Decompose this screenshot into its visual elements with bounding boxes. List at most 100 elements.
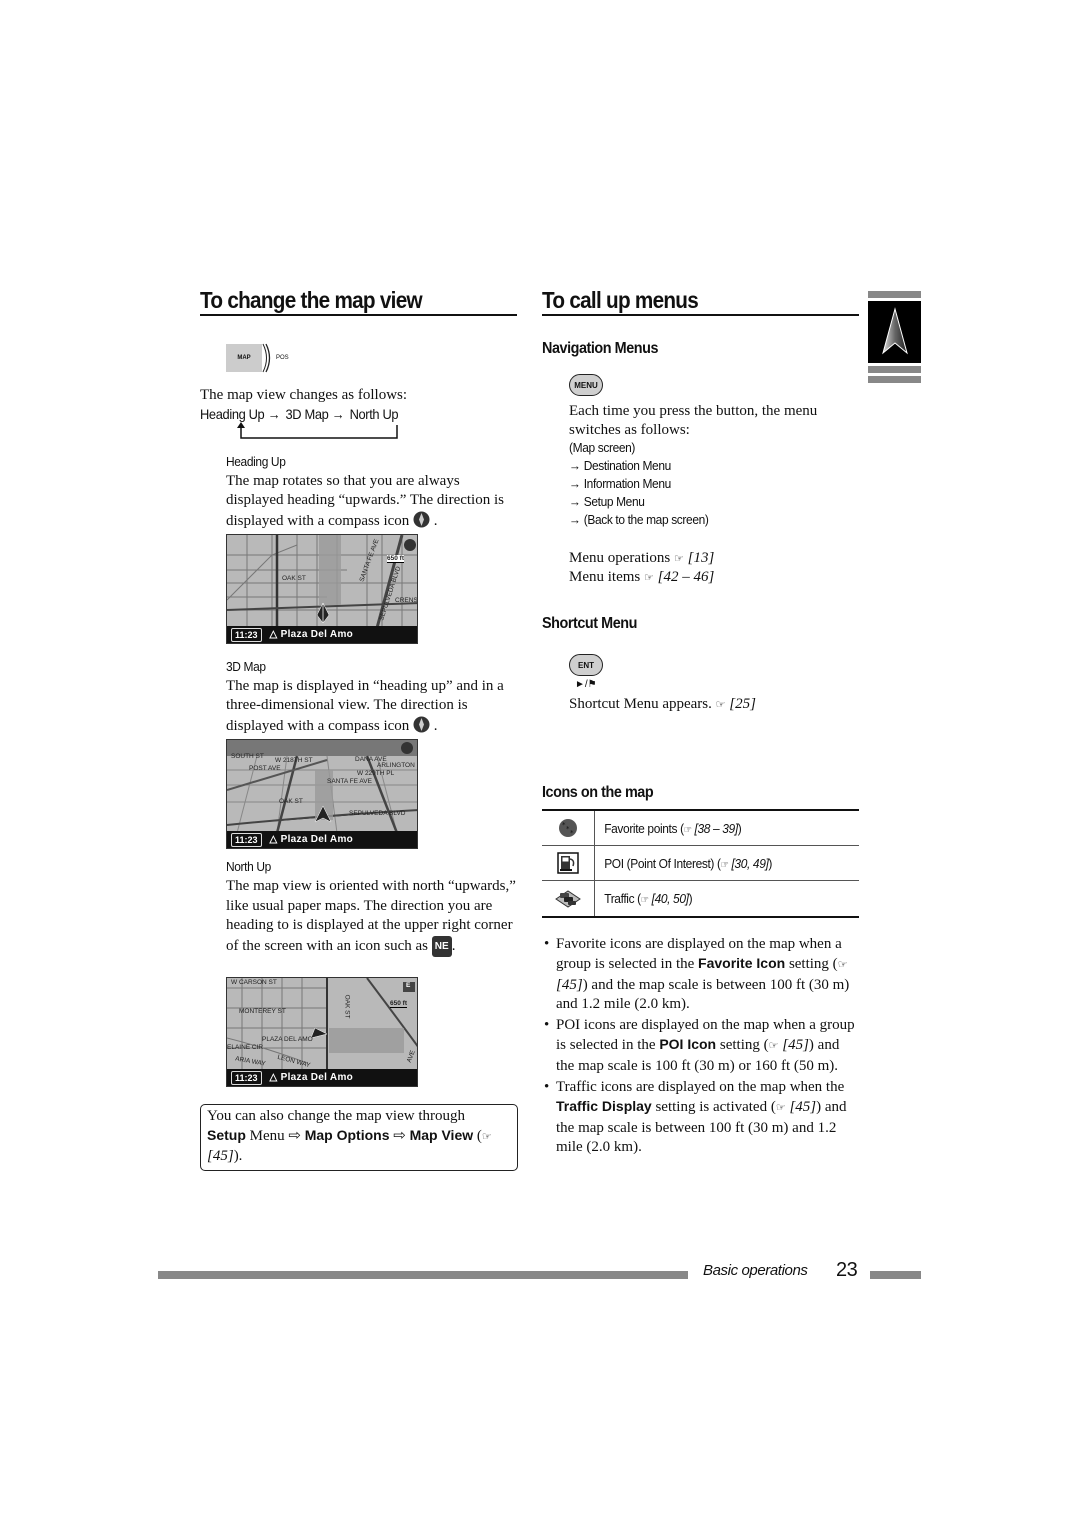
heading-badge: E (406, 982, 411, 989)
cycle-item: 3D Map (285, 406, 329, 422)
note-text: Menu (245, 1128, 289, 1144)
map-scale: 650 ft (387, 555, 404, 563)
street-label: MONTEREY ST (239, 1008, 286, 1015)
reference-hand-icon: ☞ (837, 959, 848, 972)
menu-items-ref: Menu items ☞ [42 – 46] (569, 568, 714, 588)
navigation-arrow-icon (881, 307, 908, 355)
reference-hand-icon: ☞ (768, 1040, 779, 1053)
description-text: The map view is oriented with north “upw… (226, 878, 516, 954)
page-number: 23 (836, 1259, 858, 1281)
navigation-menus-intro: Each time you press the button, the menu… (569, 403, 818, 439)
title-underline (200, 314, 517, 316)
street-label: OAK ST (279, 798, 303, 805)
street-label: SANTA FE AVE (327, 778, 372, 785)
shortcut-text: Shortcut Menu appears. (569, 696, 712, 712)
section-title-change-map-view: To change the map view (200, 287, 423, 313)
street-label: W 218TH ST (275, 757, 313, 764)
menu-operations-ref: Menu operations ☞ [13] (569, 549, 714, 569)
clock: 11:23 (231, 832, 262, 847)
place-name: △ Plaza Del Amo (269, 834, 354, 845)
map-options-link: Map Options (304, 1127, 390, 1143)
arrow-right-icon: → (569, 512, 581, 527)
compass-icon (413, 511, 430, 528)
bullet-text: setting is activated ( (651, 1099, 776, 1116)
list-item: Traffic icons are displayed on the map w… (542, 1078, 860, 1157)
place-text: Plaza Del Amo (280, 834, 354, 845)
section-title-call-up-menus: To call up menus (542, 287, 699, 313)
desc-suffix: ) (688, 891, 693, 906)
arrow-icon: ⇨ (288, 1128, 301, 1144)
footer-section-name: Basic operations (703, 1262, 808, 1279)
direction-badge-ne-icon: NE (431, 935, 452, 957)
map-view-link: Map View (409, 1127, 474, 1143)
bullet-text: setting ( (716, 1037, 769, 1054)
shortcut-menu-text: Shortcut Menu appears. ☞ [25] (569, 695, 756, 715)
map-pos-key: MAP POS (226, 343, 289, 373)
ref-label: Menu operations (569, 550, 671, 566)
shortcut-menu-heading: Shortcut Menu (542, 615, 637, 632)
desc-label: POI (Point Of Interest) ( (604, 855, 721, 871)
sequence-item: → Destination Menu (569, 458, 709, 476)
icon-description: POI (Point Of Interest) (☞ [30, 49]) (595, 856, 772, 871)
map-icons-table: * * * Favorite points (☞ [38 – 39]) POI … (542, 809, 859, 918)
traffic-cars-icon (555, 889, 581, 908)
sequence-item: → Information Menu (569, 476, 709, 494)
page-reference: [40, 50] (651, 891, 689, 906)
ent-button: ENT (569, 654, 603, 676)
reference-hand-icon: ☞ (640, 895, 649, 906)
arrow-right-icon: → (267, 406, 281, 422)
bullet-text: Traffic icons are displayed on the map w… (556, 1079, 845, 1096)
desc-label: Traffic ( (604, 891, 641, 906)
map-scale: 650 ft (390, 1000, 407, 1008)
clock: 11:23 (231, 627, 262, 642)
list-item: Favorite icons are displayed on the map … (542, 935, 860, 1014)
note-text: ( (473, 1128, 482, 1144)
side-chapter-tab (868, 291, 921, 383)
street-label: ARLINGTON (377, 762, 415, 769)
play-flag-symbols: ►/⚑ (575, 679, 597, 690)
page-reference: [45] (556, 976, 583, 993)
poi-gas-station-icon (557, 852, 579, 874)
description-end: . (451, 937, 456, 954)
ref-label: Menu items (569, 569, 641, 585)
mode-north-up-label: North Up (226, 859, 271, 874)
street-label: OAK ST (282, 575, 306, 582)
street-label: W 229TH PL (357, 770, 395, 777)
description-text: The map rotates so that you are always d… (226, 473, 504, 529)
place-name: △ Plaza Del Amo (269, 629, 354, 640)
sequence-item: → (Back to the map screen) (569, 512, 709, 530)
mode-3d-map-description: The map is displayed in “heading up” and… (226, 677, 520, 736)
cycle-item: Heading Up (200, 406, 265, 422)
compass-icon (413, 716, 430, 733)
desc-suffix: ) (768, 855, 773, 871)
sequence-label: Destination Menu (583, 458, 672, 473)
description-end: . (433, 512, 438, 529)
note-text: ). (233, 1148, 243, 1164)
tab-bar (868, 376, 921, 383)
table-row: Traffic (☞ [40, 50]) (542, 881, 859, 916)
place-text: Plaza Del Amo (280, 629, 354, 640)
page-reference: [13] (687, 550, 715, 566)
place-name: △ Plaza Del Amo (269, 1072, 354, 1083)
desc-label: Favorite points ( (604, 820, 684, 836)
favorite-points-icon: * * * (559, 819, 577, 837)
icons-on-map-heading: Icons on the map (542, 784, 654, 801)
sequence-item: → Setup Menu (569, 494, 709, 512)
desc-suffix: ) (737, 820, 742, 836)
reference-hand-icon: ☞ (775, 1102, 786, 1115)
menu-sequence: (Map screen) → Destination Menu → Informat… (569, 440, 721, 530)
mode-heading-up-label: Heading Up (226, 454, 286, 469)
street-label: W CARSON ST (231, 979, 277, 986)
cycle-item: North Up (349, 406, 399, 422)
sequence-label: (Back to the map screen) (583, 512, 709, 527)
tab-bar (868, 291, 921, 298)
tab-icon-block (868, 301, 921, 363)
arrow-right-icon: → (569, 458, 581, 473)
description-text: The map is displayed in “heading up” and… (226, 678, 504, 734)
sequence-start: (Map screen) (569, 440, 636, 455)
north-up-map-screenshot: W CARSON ST MONTEREY ST OAK ST PLAZA DEL… (226, 977, 418, 1087)
reference-hand-icon: ☞ (720, 859, 729, 871)
reference-hand-icon: ☞ (673, 553, 684, 565)
svg-text:*: * (570, 829, 574, 837)
status-bar: 11:23 △ Plaza Del Amo (227, 626, 417, 643)
